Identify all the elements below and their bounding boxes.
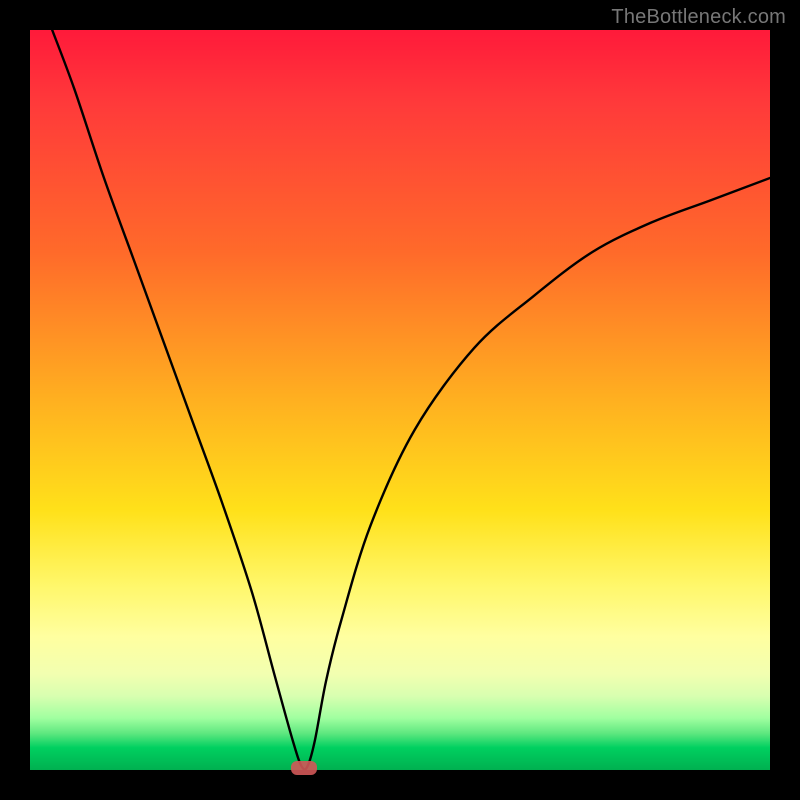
plot-area (30, 30, 770, 770)
curve-path (52, 30, 770, 770)
bottleneck-curve (30, 30, 770, 770)
optimum-marker (291, 761, 317, 775)
chart-frame: TheBottleneck.com (0, 0, 800, 800)
watermark-text: TheBottleneck.com (611, 6, 786, 29)
